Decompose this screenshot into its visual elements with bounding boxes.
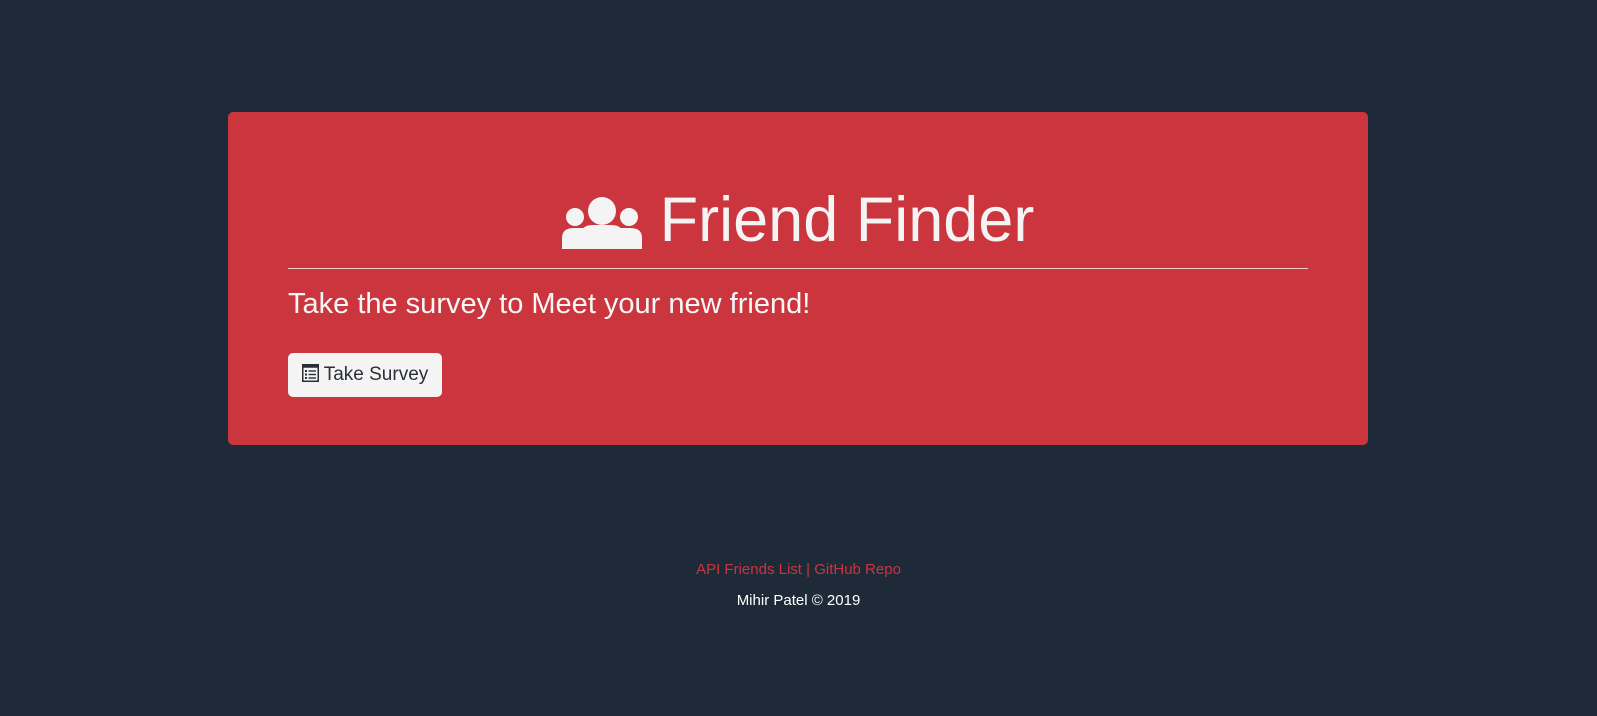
github-repo-link[interactable]: GitHub Repo: [814, 561, 901, 578]
take-survey-label: Take Survey: [323, 364, 429, 385]
footer-links: API Friends List | GitHub Repo: [0, 561, 1597, 578]
users-icon: [561, 197, 642, 249]
hero-jumbotron: Friend Finder Take the survey to Meet yo…: [228, 112, 1368, 445]
divider: [288, 268, 1308, 269]
take-survey-button[interactable]: Take Survey: [288, 353, 442, 397]
copyright-text: Mihir Patel © 2019: [736, 592, 861, 609]
api-friends-list-link[interactable]: API Friends List: [696, 561, 802, 578]
list-alt-icon: [301, 364, 319, 382]
page-title: Friend Finder: [228, 180, 1368, 260]
footer: API Friends List | GitHub Repo Mihir Pat…: [0, 561, 1597, 609]
footer-separator: |: [806, 561, 811, 578]
title-text: Friend Finder: [659, 184, 1035, 255]
lead-text: Take the survey to Meet your new friend!: [288, 288, 811, 320]
